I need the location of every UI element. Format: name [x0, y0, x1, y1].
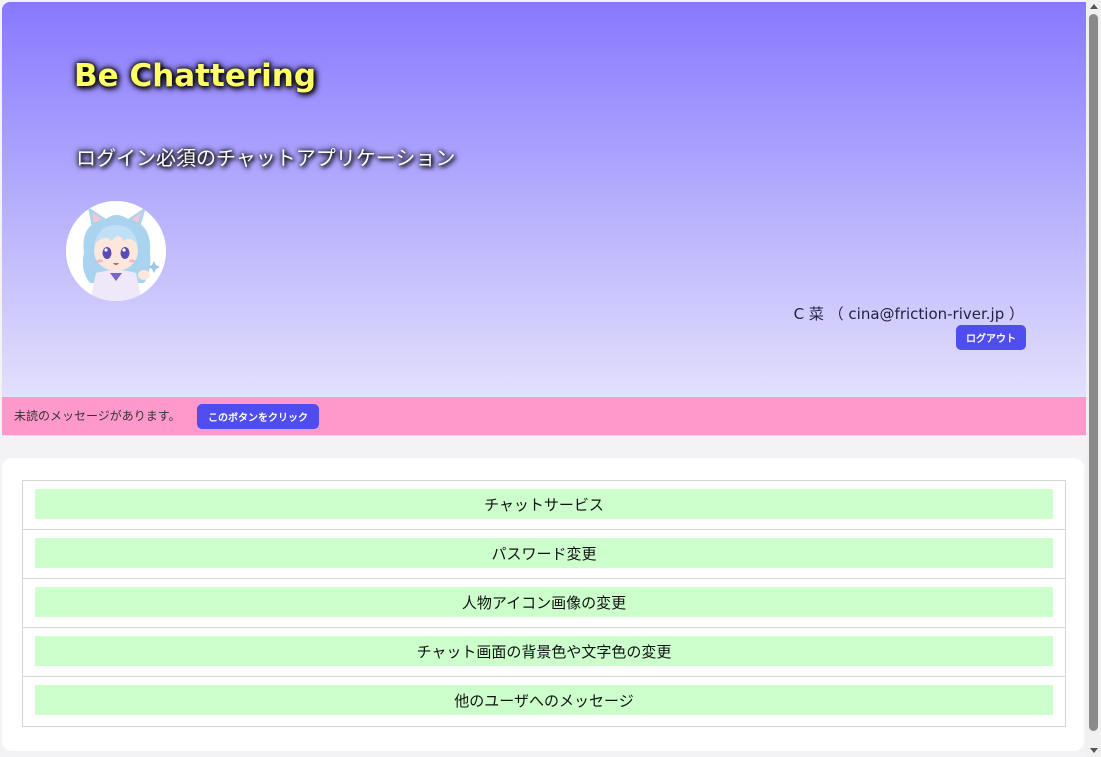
logout-button[interactable]: ログアウト: [956, 325, 1026, 350]
message-other-users-button[interactable]: 他のユーザへのメッセージ: [35, 685, 1053, 715]
scrollbar-thumb[interactable]: [1089, 14, 1098, 731]
app-title: Be Chattering: [74, 58, 317, 94]
service-menu: チャットサービス パスワード変更 人物アイコン画像の変更 チャット画面の背景色や…: [22, 480, 1066, 727]
menu-row: チャットサービス: [23, 481, 1065, 530]
scroll-up-arrow-icon[interactable]: [1090, 4, 1098, 9]
app-subtitle: ログイン必須のチャットアプリケーション: [76, 146, 456, 170]
change-chat-colors-button[interactable]: チャット画面の背景色や文字色の変更: [35, 636, 1053, 666]
unread-notice-text: 未読のメッセージがあります。: [14, 409, 181, 423]
main-content-panel: チャットサービス パスワード変更 人物アイコン画像の変更 チャット画面の背景色や…: [2, 458, 1084, 751]
scroll-down-arrow-icon[interactable]: [1090, 748, 1098, 753]
menu-row: チャット画面の背景色や文字色の変更: [23, 628, 1065, 677]
open-unread-button[interactable]: このボタンをクリック: [197, 404, 319, 429]
app-header: Be Chattering ログイン必須のチャットアプリケーション C 菜 （ …: [2, 2, 1086, 397]
avatar-image-icon: [66, 201, 166, 301]
menu-row: 他のユーザへのメッセージ: [23, 677, 1065, 726]
vertical-scrollbar[interactable]: [1086, 0, 1101, 757]
unread-notice-bar: 未読のメッセージがあります。 このボタンをクリック: [2, 397, 1086, 436]
page-viewport: Be Chattering ログイン必須のチャットアプリケーション C 菜 （ …: [0, 0, 1086, 757]
menu-row: パスワード変更: [23, 530, 1065, 579]
user-identity: C 菜 （ cina@friction-river.jp ）: [793, 305, 1024, 323]
chat-service-button[interactable]: チャットサービス: [35, 489, 1053, 519]
menu-row: 人物アイコン画像の変更: [23, 579, 1065, 628]
change-password-button[interactable]: パスワード変更: [35, 538, 1053, 568]
change-avatar-button[interactable]: 人物アイコン画像の変更: [35, 587, 1053, 617]
user-avatar: [66, 201, 166, 301]
